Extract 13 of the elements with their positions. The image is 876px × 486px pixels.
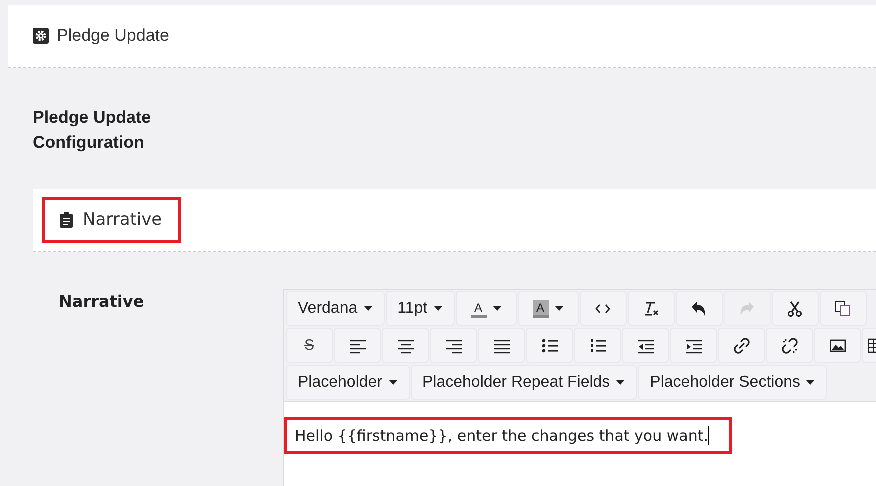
field-label: Narrative: [58, 291, 146, 313]
dropdown-button[interactable]: Placeholder: [287, 366, 408, 399]
section-heading: Pledge Update Configuration: [33, 107, 152, 154]
page-title: Pledge Update: [57, 26, 170, 46]
dropdown-button[interactable]: Verdana: [287, 292, 384, 325]
dropdown-button[interactable]: 11pt: [386, 292, 454, 325]
highlight-color-button[interactable]: A: [518, 292, 578, 325]
dropdown-button[interactable]: Placeholder Repeat Fields: [412, 366, 636, 399]
text-color-button[interactable]: A: [456, 292, 516, 325]
dropdown-button[interactable]: Placeholder Sections: [639, 366, 826, 399]
editor-text[interactable]: Hello {{firstname}}, enter the changes that you want.: [284, 417, 732, 454]
panel-label: Narrative: [83, 210, 162, 230]
strikethrough-button[interactable]: S: [287, 329, 332, 362]
